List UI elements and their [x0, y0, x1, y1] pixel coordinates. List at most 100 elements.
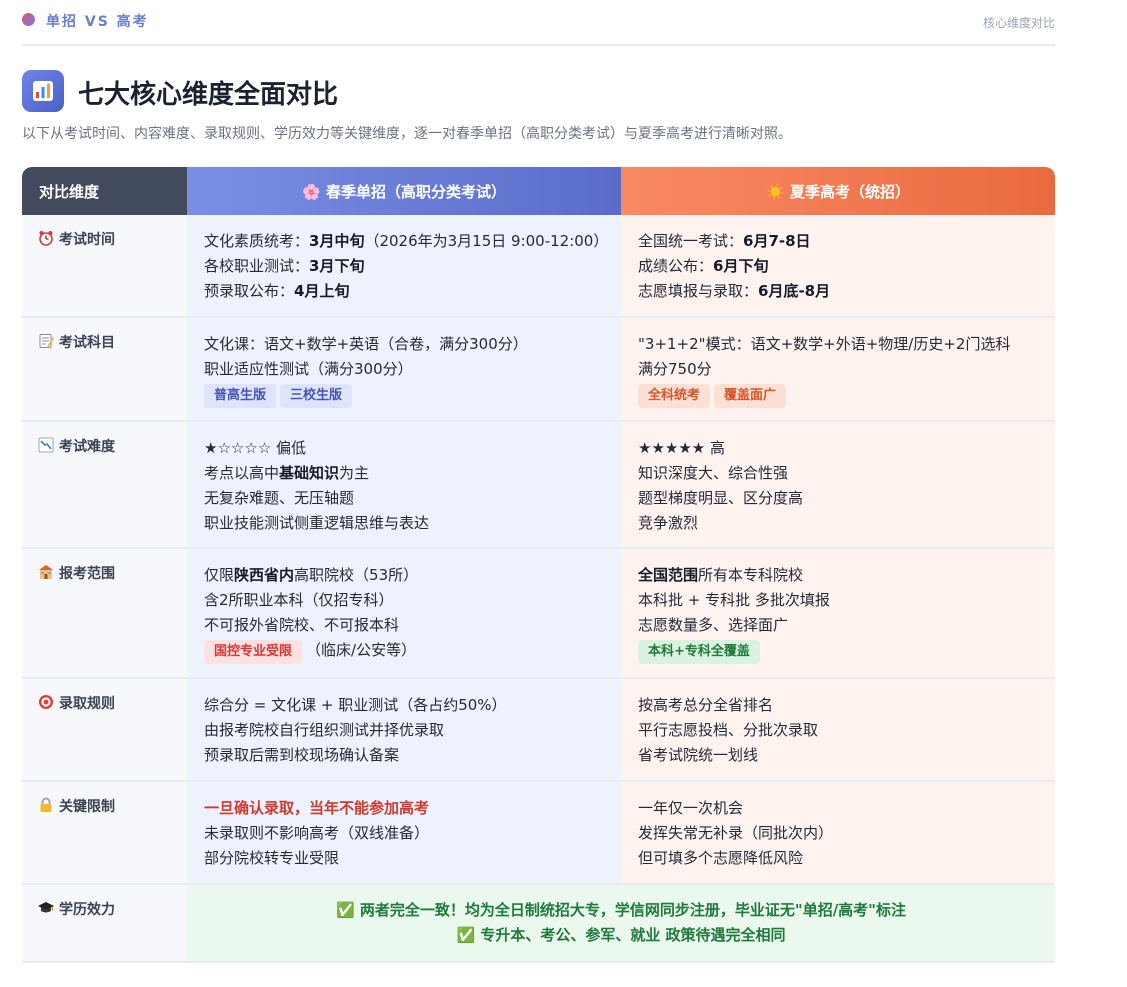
- cell-text: 职业技能测试侧重逻辑思维与表达: [204, 514, 430, 532]
- cell-line: 题型梯度明显、区分度高: [638, 486, 1055, 511]
- cell-text: 各校职业测试：: [204, 257, 310, 275]
- summer-cell: "3+1+2"模式：语文+数学+外语+物理/历史+2门选科 满分750分全科统考覆…: [621, 318, 1055, 420]
- cell-line: 全国范围所有本专科院校: [638, 563, 1055, 588]
- emphasis-text: 3月下旬: [309, 257, 365, 275]
- cell-text: 未录取则不影响高考（双线准备）: [204, 824, 430, 842]
- cell-text: 文化素质统考：: [204, 232, 310, 250]
- top-bar: 单招 VS 高考 核心维度对比: [22, 0, 1055, 46]
- emphasis-text: 4月上旬: [294, 282, 350, 300]
- brand-label: 单招 VS 高考: [46, 14, 149, 30]
- tag-badge: 覆盖面广: [714, 384, 787, 408]
- cell-text: （临床/公安等）: [306, 641, 417, 659]
- lock-icon: [38, 797, 54, 813]
- cell-text: 知识深度大、综合性强: [638, 464, 789, 482]
- emphasis-text: 6月7-8日: [743, 232, 811, 250]
- row-dimension-label: 考试科目: [59, 335, 115, 351]
- section-label: 核心维度对比: [982, 16, 1055, 30]
- cell-text: 无复杂难题、无压轴题: [204, 489, 355, 507]
- cell-text: 为主: [339, 464, 370, 482]
- summer-cell: 全国统一考试：6月7-8日 成绩公布：6月下旬 志愿填报与录取：6月底-8月: [621, 215, 1055, 316]
- cell-text: 成绩公布：: [638, 257, 714, 275]
- row-dimension-cell: 报考范围: [22, 549, 187, 677]
- row-dimension-cell: 录取规则: [22, 679, 187, 780]
- cell-text: 题型梯度明显、区分度高: [638, 489, 804, 507]
- comparison-table: 对比维度 🌸 春季单招（高职分类考试） ☀️ 夏季高考（统招） 考试时间 文化素质…: [22, 167, 1055, 963]
- cell-text: 综合分 = 文化课 + 职业测试（各占约50%）: [204, 696, 507, 714]
- cell-text: 文化课：语文+数学+英语（合卷，满分300分）: [204, 335, 528, 353]
- tag-badge: 全科统考: [638, 384, 711, 408]
- table-row: 考试难度 ★☆☆☆☆ 偏低 考点以高中基础知识为主无复杂难题、无压轴题职业技能测试侧…: [22, 422, 1055, 549]
- cell-line: 成绩公布：6月下旬: [638, 254, 1055, 279]
- row-dimension-label: 考试难度: [59, 439, 115, 455]
- warning-text: 一旦确认录取，当年不能参加高考: [204, 799, 430, 817]
- tag-line: 全科统考 覆盖面广: [638, 382, 1055, 408]
- cell-line: 预录取公布：4月上旬: [204, 279, 621, 304]
- cell-line: 仅限陕西省内高职院校（53所）: [204, 563, 621, 588]
- cell-text: 仅限: [204, 566, 235, 584]
- cell-text: 志愿数量多、选择面广: [638, 616, 789, 634]
- cell-text: 发挥失常无补录（同批次内）: [638, 824, 834, 842]
- cell-text: 不可报外省院校、不可报本科: [204, 616, 400, 634]
- cell-text: 平行志愿投档、分批次录取: [638, 721, 819, 739]
- cell-line: 平行志愿投档、分批次录取: [638, 718, 1055, 743]
- cell-line: 部分院校转专业受限: [204, 846, 621, 871]
- cell-line: 不可报外省院校、不可报本科: [204, 613, 621, 638]
- cell-text: 但可填多个志愿降低风险: [638, 849, 804, 867]
- tag-line: 普高生版 三校生版: [204, 382, 621, 408]
- spring-cell: 仅限陕西省内高职院校（53所） 含2所职业本科（仅招专科） 不可报外省院校、不可报本…: [187, 549, 621, 677]
- cell-line: 由报考院校自行组织测试并择优录取: [204, 718, 621, 743]
- tag-line: 国控专业受限 （临床/公安等）: [204, 638, 621, 664]
- cell-text: 满分750分: [638, 360, 712, 378]
- row-dimension-label: 录取规则: [59, 696, 115, 712]
- cell-text: 一年仅一次机会: [638, 799, 744, 817]
- cell-text: 省考试院统一划线: [638, 746, 759, 764]
- table-row: 考试科目 文化课：语文+数学+英语（合卷，满分300分） 职业适应性测试（满分300…: [22, 318, 1055, 422]
- restriction-tag: 国控专业受限: [204, 640, 303, 664]
- summer-cell: 按高考总分全省排名 平行志愿投档、分批次录取 省考试院统一划线: [621, 679, 1055, 780]
- cell-line: 综合分 = 文化课 + 职业测试（各占约50%）: [204, 693, 621, 718]
- cell-line: 本科批 + 专科批 多批次填报: [638, 588, 1055, 613]
- page: 单招 VS 高考 核心维度对比 七大核心维度全面对比 以下从考试时间、内容难度、…: [0, 0, 1127, 987]
- memo-icon: [38, 333, 54, 349]
- emphasis-text: 6月下旬: [713, 257, 769, 275]
- row-dimension-label: 学历效力: [59, 902, 115, 918]
- summer-cell: 全国范围所有本专科院校本科批 + 专科批 多批次填报 志愿数量多、选择面广本科+专…: [621, 549, 1055, 677]
- cell-text: "3+1+2"模式：语文+数学+外语+物理/历史+2门选科: [638, 335, 1011, 353]
- cell-text: ★☆☆☆☆ 偏低: [204, 439, 307, 457]
- cell-text: 竞争激烈: [638, 514, 699, 532]
- row-dimension-cell: 考试难度: [22, 422, 187, 547]
- tag-badge: 本科+专科全覆盖: [638, 640, 760, 664]
- spring-cell: 一旦确认录取，当年不能参加高考 未录取则不影响高考（双线准备） 部分院校转专业受限: [187, 782, 621, 883]
- row-dimension-cell: 考试科目: [22, 318, 187, 420]
- cell-line: 竞争激烈: [638, 511, 1055, 536]
- cell-line: 含2所职业本科（仅招专科）: [204, 588, 621, 613]
- cell-text: 本科批 + 专科批 多批次填报: [638, 591, 830, 609]
- table-header: 对比维度 🌸 春季单招（高职分类考试） ☀️ 夏季高考（统招）: [22, 167, 1055, 215]
- cell-line: 各校职业测试：3月下旬: [204, 254, 621, 279]
- table-row: 考试时间 文化素质统考：3月中旬（2026年为3月15日 9:00-12:00）各…: [22, 215, 1055, 318]
- cell-line: 职业技能测试侧重逻辑思维与表达: [204, 511, 621, 536]
- table-body: 考试时间 文化素质统考：3月中旬（2026年为3月15日 9:00-12:00）各…: [22, 215, 1055, 885]
- spring-cell: ★☆☆☆☆ 偏低 考点以高中基础知识为主无复杂难题、无压轴题职业技能测试侧重逻辑思…: [187, 422, 621, 547]
- table-row: 关键限制 一旦确认录取，当年不能参加高考 未录取则不影响高考（双线准备） 部分院校转专…: [22, 782, 1055, 885]
- cell-line: ★☆☆☆☆ 偏低: [204, 436, 621, 461]
- cell-text: 高职院校（53所）: [294, 566, 419, 584]
- row-dimension-label: 报考范围: [59, 566, 115, 582]
- cell-line: 但可填多个志愿降低风险: [638, 846, 1055, 871]
- row-dimension-cell: 考试时间: [22, 215, 187, 316]
- cell-line: 志愿填报与录取：6月底-8月: [638, 279, 1055, 304]
- page-subtitle: 以下从考试时间、内容难度、录取规则、学历效力等关键维度，逐一对春季单招（高职分类…: [22, 126, 792, 142]
- cell-text: ★★★★★ 高: [638, 439, 726, 457]
- cell-line: 全国统一考试：6月7-8日: [638, 229, 1055, 254]
- tag-line: 本科+专科全覆盖: [638, 638, 1055, 664]
- row-dimension-cell: 关键限制: [22, 782, 187, 883]
- cell-line: 志愿数量多、选择面广: [638, 613, 1055, 638]
- cell-text: 考点以高中: [204, 464, 280, 482]
- emphasis-text: 基础知识: [279, 464, 340, 482]
- conclusion-line-1: ✅ 两者完全一致！均为全日制统招大专，学信网同步注册，毕业证无"单招/高考"标注: [335, 901, 906, 919]
- cell-line: 发挥失常无补录（同批次内）: [638, 821, 1055, 846]
- cell-text: 预录取公布：: [204, 282, 295, 300]
- target-icon: [38, 694, 54, 710]
- summer-cell: 一年仅一次机会发挥失常无补录（同批次内） 但可填多个志愿降低风险: [621, 782, 1055, 883]
- row-dimension-label: 考试时间: [59, 232, 115, 248]
